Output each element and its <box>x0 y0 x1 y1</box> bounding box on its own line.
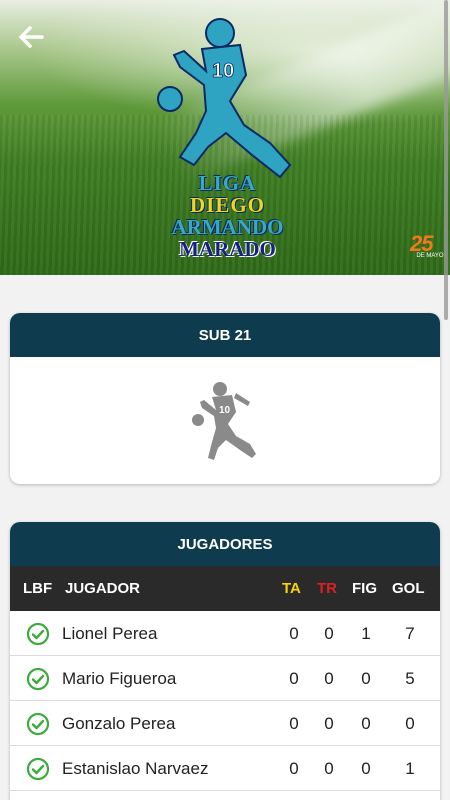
player-ta: 0 <box>289 714 299 733</box>
logo-line-1: LIGA <box>198 171 257 195</box>
player-row[interactable]: Mario Figueroa 0 0 0 5 <box>10 656 440 701</box>
check-circle-icon <box>26 622 50 646</box>
player-name: Mario Figueroa <box>62 669 177 688</box>
soccer-player-icon: 10 <box>192 381 256 460</box>
col-fig: FIG <box>352 580 377 597</box>
col-tr: TR <box>317 580 337 597</box>
logo-line-4: MARADO <box>179 237 276 261</box>
player-tr: 0 <box>324 624 334 643</box>
player-fig: 0 <box>361 714 371 733</box>
col-lbf: LBF <box>23 580 53 597</box>
player-tr: 0 <box>324 669 334 688</box>
player-gol: 7 <box>405 624 415 643</box>
player-ta: 0 <box>289 624 299 643</box>
svg-text:10: 10 <box>219 405 231 416</box>
players-table-header: LBF JUGADOR TA TR FIG GOL <box>10 566 440 611</box>
player-tr: 0 <box>324 759 334 778</box>
league-logo-text: LIGA DIEGO ARMANDO MARADO <box>160 172 295 260</box>
player-gol: 5 <box>405 669 415 688</box>
arrow-left-icon[interactable] <box>14 20 48 54</box>
league-logo-player-icon: 10 <box>157 18 292 179</box>
logo-line-3: ARMANDO <box>171 215 284 239</box>
logo-line-2: DIEGO <box>189 193 265 217</box>
col-ta: TA <box>282 580 301 597</box>
player-name: Gonzalo Perea <box>62 714 176 733</box>
player-name: Lionel Perea <box>62 624 158 643</box>
team-category-header: SUB 21 <box>10 313 440 357</box>
player-fig: 0 <box>361 669 371 688</box>
player-fig: 0 <box>361 759 371 778</box>
team-image-area: 10 <box>10 357 440 484</box>
player-row[interactable]: Estanislao Narvaez 0 0 0 1 <box>10 746 440 791</box>
player-gol: 0 <box>405 714 415 733</box>
check-circle-icon <box>26 712 50 736</box>
col-jugador: JUGADOR <box>65 580 141 597</box>
player-ta: 0 <box>289 759 299 778</box>
scrollbar[interactable] <box>444 0 448 320</box>
header-banner: 10 LIGA DIEGO ARMANDO MARADO 25 DE MAYO <box>0 0 450 275</box>
team-card: SUB 21 10 <box>10 313 440 484</box>
player-row[interactable]: Gonzalo Perea 0 0 0 0 <box>10 701 440 746</box>
players-card: JUGADORES LBF JUGADOR TA TR FIG GOL Lion… <box>10 522 440 800</box>
svg-text:10: 10 <box>212 60 234 82</box>
player-fig: 1 <box>361 624 371 643</box>
player-gol: 1 <box>405 759 415 778</box>
check-circle-icon <box>26 757 50 781</box>
player-ta: 0 <box>289 669 299 688</box>
check-circle-icon <box>26 667 50 691</box>
player-tr: 0 <box>324 714 334 733</box>
players-header: JUGADORES <box>10 522 440 566</box>
player-row[interactable]: Lionel Perea 0 0 1 7 <box>10 611 440 656</box>
player-name: Estanislao Narvaez <box>62 759 209 778</box>
col-gol: GOL <box>392 580 425 597</box>
